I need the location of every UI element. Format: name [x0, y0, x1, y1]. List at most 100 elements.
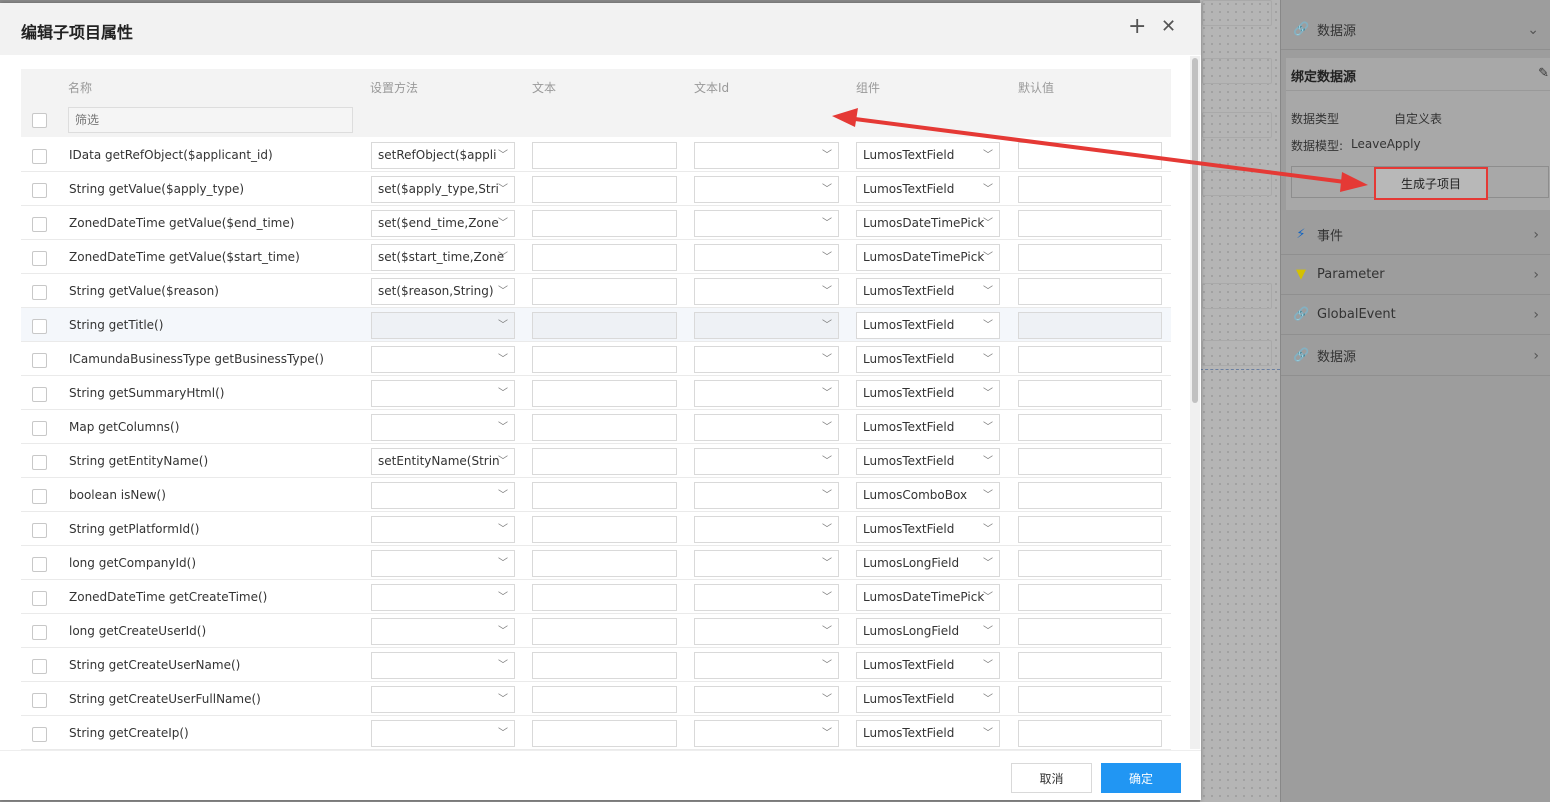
table-row[interactable]: String getEntityName() setEntityName(Stri…: [21, 444, 1171, 478]
text-input[interactable]: [532, 312, 677, 339]
method-select[interactable]: ﹀: [371, 550, 515, 577]
text-id-select[interactable]: ﹀: [694, 482, 839, 509]
row-checkbox[interactable]: [32, 217, 47, 232]
row-checkbox[interactable]: [32, 625, 47, 640]
panel-item-datasource-top[interactable]: 🔗 数据源 ⌄: [1281, 10, 1550, 50]
text-input[interactable]: [532, 210, 677, 237]
text-input[interactable]: [532, 448, 677, 475]
method-select[interactable]: ﹀: [371, 346, 515, 373]
scrollbar-thumb[interactable]: [1192, 58, 1198, 403]
panel-item-globalevent[interactable]: 🔗 GlobalEvent ›: [1281, 295, 1550, 335]
default-input[interactable]: [1018, 618, 1162, 645]
method-select[interactable]: ﹀: [371, 652, 515, 679]
default-input[interactable]: [1018, 176, 1162, 203]
method-select[interactable]: ﹀: [371, 482, 515, 509]
text-id-select[interactable]: ﹀: [694, 346, 839, 373]
method-select[interactable]: set($start_time,Zone ﹀: [371, 244, 515, 271]
text-input[interactable]: [532, 278, 677, 305]
text-input[interactable]: [532, 482, 677, 509]
row-checkbox[interactable]: [32, 591, 47, 606]
component-select[interactable]: LumosTextField ﹀: [856, 652, 1000, 679]
default-input[interactable]: [1018, 686, 1162, 713]
text-id-select[interactable]: ﹀: [694, 380, 839, 407]
default-input[interactable]: [1018, 142, 1162, 169]
row-checkbox[interactable]: [32, 523, 47, 538]
table-row[interactable]: String getPlatformId() ﹀ ﹀ LumosTextField ﹀: [21, 512, 1171, 546]
default-input[interactable]: [1018, 652, 1162, 679]
method-select[interactable]: ﹀: [371, 584, 515, 611]
dialog-scrollbar[interactable]: [1190, 56, 1200, 749]
default-input[interactable]: [1018, 244, 1162, 271]
method-select[interactable]: ﹀: [371, 618, 515, 645]
text-id-select[interactable]: ﹀: [694, 312, 839, 339]
row-checkbox[interactable]: [32, 489, 47, 504]
component-select[interactable]: LumosComboBox ﹀: [856, 482, 1000, 509]
table-row[interactable]: String getCreateUserName() ﹀ ﹀ LumosTextFie…: [21, 648, 1171, 682]
component-select[interactable]: LumosDateTimePick ﹀: [856, 244, 1000, 271]
text-input[interactable]: [532, 414, 677, 441]
text-input[interactable]: [532, 652, 677, 679]
row-checkbox[interactable]: [32, 183, 47, 198]
method-select[interactable]: ﹀: [371, 312, 515, 339]
method-select[interactable]: setEntityName(Strin ﹀: [371, 448, 515, 475]
method-select[interactable]: ﹀: [371, 720, 515, 747]
default-input[interactable]: [1018, 346, 1162, 373]
row-checkbox[interactable]: [32, 421, 47, 436]
row-checkbox[interactable]: [32, 557, 47, 572]
component-select[interactable]: LumosDateTimePick ﹀: [856, 584, 1000, 611]
text-id-select[interactable]: ﹀: [694, 652, 839, 679]
table-row[interactable]: ZonedDateTime getCreateTime() ﹀ ﹀ LumosDate…: [21, 580, 1171, 614]
component-select[interactable]: LumosTextField ﹀: [856, 312, 1000, 339]
method-select[interactable]: ﹀: [371, 414, 515, 441]
table-row[interactable]: ZonedDateTime getValue($end_time) set($en…: [21, 206, 1171, 240]
filter-input[interactable]: [68, 107, 353, 133]
select-all-checkbox[interactable]: [32, 113, 47, 128]
component-select[interactable]: LumosTextField ﹀: [856, 448, 1000, 475]
row-checkbox[interactable]: [32, 727, 47, 742]
method-select[interactable]: ﹀: [371, 516, 515, 543]
row-checkbox[interactable]: [32, 285, 47, 300]
method-select[interactable]: ﹀: [371, 380, 515, 407]
text-id-select[interactable]: ﹀: [694, 720, 839, 747]
row-checkbox[interactable]: [32, 251, 47, 266]
panel-item-events[interactable]: ⚡ 事件 ›: [1281, 215, 1550, 255]
method-select[interactable]: setRefObject($appli ﹀: [371, 142, 515, 169]
text-input[interactable]: [532, 686, 677, 713]
text-id-select[interactable]: ﹀: [694, 516, 839, 543]
table-row[interactable]: IData getRefObject($applicant_id) setRefO…: [21, 138, 1171, 172]
text-id-select[interactable]: ﹀: [694, 448, 839, 475]
component-select[interactable]: LumosTextField ﹀: [856, 380, 1000, 407]
close-icon[interactable]: ✕: [1161, 17, 1176, 37]
text-input[interactable]: [532, 380, 677, 407]
text-id-select[interactable]: ﹀: [694, 278, 839, 305]
component-select[interactable]: LumosTextField ﹀: [856, 720, 1000, 747]
text-id-select[interactable]: ﹀: [694, 550, 839, 577]
row-checkbox[interactable]: [32, 455, 47, 470]
panel-item-datasource[interactable]: 🔗 数据源 ›: [1281, 336, 1550, 376]
component-select[interactable]: LumosTextField ﹀: [856, 414, 1000, 441]
edit-icon[interactable]: ✎: [1538, 66, 1549, 81]
text-input[interactable]: [532, 142, 677, 169]
row-checkbox[interactable]: [32, 659, 47, 674]
table-row[interactable]: ICamundaBusinessType getBusinessType() ﹀ ﹀…: [21, 342, 1171, 376]
row-checkbox[interactable]: [32, 693, 47, 708]
table-row[interactable]: boolean isNew() ﹀ ﹀ LumosComboBox ﹀: [21, 478, 1171, 512]
default-input[interactable]: [1018, 210, 1162, 237]
text-id-select[interactable]: ﹀: [694, 244, 839, 271]
ok-button[interactable]: 确定: [1101, 763, 1181, 793]
component-select[interactable]: LumosLongField ﹀: [856, 550, 1000, 577]
default-input[interactable]: [1018, 312, 1162, 339]
method-select[interactable]: set($reason,String) ﹀: [371, 278, 515, 305]
text-input[interactable]: [532, 584, 677, 611]
cancel-button[interactable]: 取消: [1011, 763, 1092, 793]
text-id-select[interactable]: ﹀: [694, 618, 839, 645]
table-row[interactable]: String getSummaryHtml() ﹀ ﹀ LumosTextField ﹀: [21, 376, 1171, 410]
text-input[interactable]: [532, 176, 677, 203]
default-input[interactable]: [1018, 550, 1162, 577]
default-input[interactable]: [1018, 448, 1162, 475]
table-row[interactable]: Map getColumns() ﹀ ﹀ LumosTextField ﹀: [21, 410, 1171, 444]
default-input[interactable]: [1018, 516, 1162, 543]
default-input[interactable]: [1018, 720, 1162, 747]
row-checkbox[interactable]: [32, 149, 47, 164]
text-id-select[interactable]: ﹀: [694, 176, 839, 203]
